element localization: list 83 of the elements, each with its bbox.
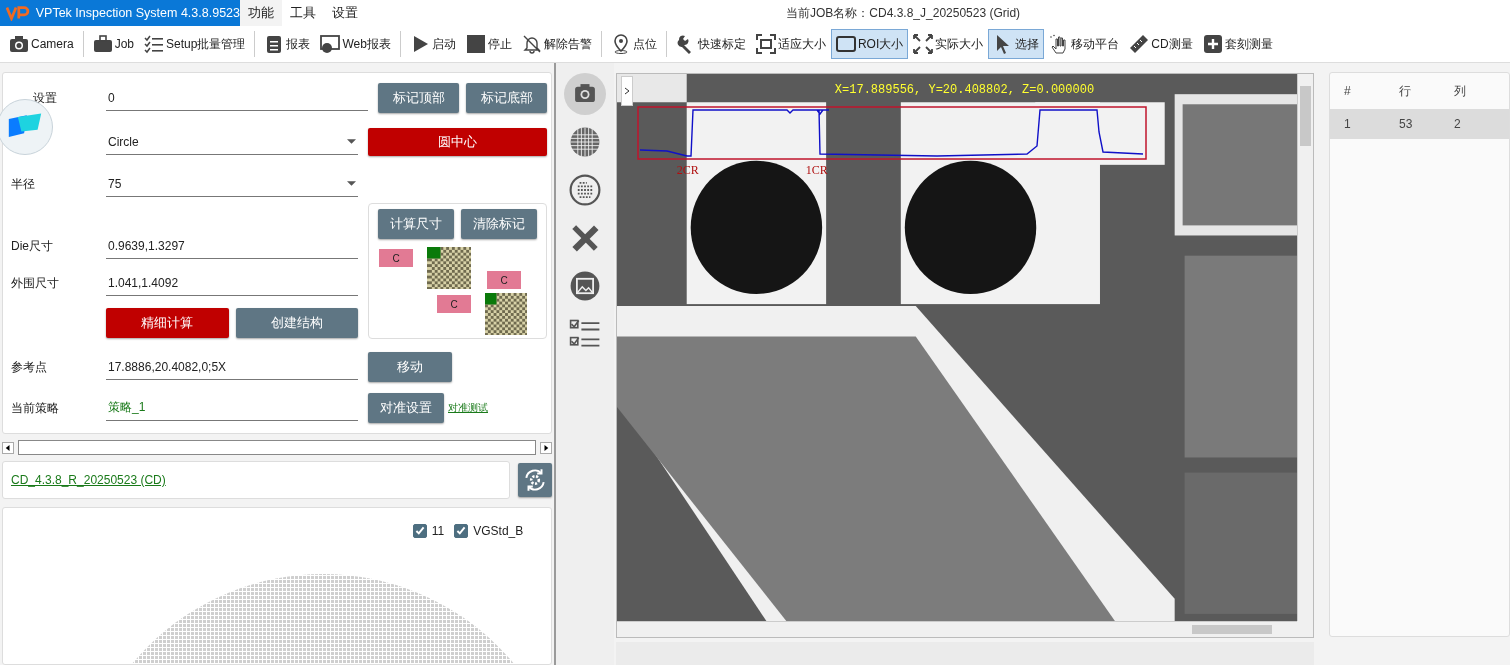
toolbar-button[interactable]: 套刻测量 bbox=[1197, 29, 1278, 59]
toolbar-button[interactable]: 适应大小 bbox=[750, 29, 831, 59]
move-button[interactable]: 移动 bbox=[368, 352, 452, 382]
circle-center-button[interactable]: 圆中心 bbox=[368, 128, 548, 156]
toolbar-button[interactable]: 报表 bbox=[259, 29, 316, 59]
caret-icon bbox=[347, 139, 356, 144]
text-field[interactable]: 17.8886,20.4082,0;5X bbox=[106, 354, 358, 380]
structure-node: C bbox=[379, 249, 413, 267]
menu-tab[interactable]: 功能 bbox=[240, 0, 282, 26]
stop-icon bbox=[465, 34, 486, 54]
bell-off-icon bbox=[521, 34, 542, 54]
text-field[interactable]: 0 bbox=[106, 85, 368, 111]
align-settings-button[interactable]: 对准设置 bbox=[368, 393, 444, 423]
text-field[interactable]: 1.041,1.4092 bbox=[106, 270, 358, 296]
create-structure-button[interactable]: 创建结构 bbox=[235, 308, 358, 338]
checkered-die-icon bbox=[429, 247, 471, 289]
table-cell-text: 53 bbox=[1399, 117, 1414, 131]
app-title: VPTek Inspection System 4.3.8.9523 bbox=[35, 6, 240, 20]
toolbar-button[interactable]: 停止 bbox=[460, 29, 517, 59]
menu-tab[interactable]: 工具 bbox=[282, 0, 324, 26]
structure-node: C bbox=[487, 271, 521, 289]
fit-screen-icon bbox=[755, 34, 776, 54]
toolbar-button[interactable]: 点位 bbox=[605, 29, 662, 59]
mark-top-button[interactable]: 标记顶部 bbox=[378, 83, 460, 113]
table-row[interactable]: 1 53 2 bbox=[1330, 109, 1509, 139]
horizontal-scrollbar[interactable] bbox=[616, 621, 1297, 637]
stage-coordinates: X=17.889556, Y=20.408802, Z=0.000000 bbox=[834, 83, 1095, 97]
toolbar-button[interactable]: 移动平台 bbox=[1044, 29, 1125, 59]
toolbar-button[interactable]: 快速标定 bbox=[670, 29, 751, 59]
dropdown[interactable]: 75 bbox=[106, 171, 358, 197]
text-field[interactable]: 0.9639,1.3297 bbox=[106, 233, 358, 259]
calculate-size-button[interactable]: 计算尺寸 bbox=[378, 209, 455, 239]
clear-marks-button[interactable]: 清除标记 bbox=[461, 209, 538, 239]
toolbar-button[interactable]: Web报表 bbox=[315, 29, 396, 59]
table-cell-text: 1 bbox=[1344, 117, 1352, 131]
field-label: 当前策略 bbox=[11, 399, 60, 417]
toolbar-button[interactable]: Setup批量管理 bbox=[139, 29, 251, 59]
fine-calculate-button[interactable]: 精细计算 bbox=[106, 308, 229, 338]
menu-tab[interactable]: 设置 bbox=[324, 0, 366, 26]
text-field[interactable]: 策略_1 bbox=[106, 395, 358, 421]
briefcase-icon bbox=[92, 34, 113, 54]
monitor-icon bbox=[320, 34, 341, 54]
field-label: 设置 bbox=[32, 89, 58, 107]
toolbar-button[interactable]: CD测量 bbox=[1124, 29, 1198, 59]
toolbar-button[interactable]: ROI大小 bbox=[830, 29, 909, 59]
toolbar-button[interactable]: 解除告警 bbox=[516, 29, 597, 59]
vertical-scrollbar[interactable] bbox=[1297, 74, 1313, 621]
toolbar-button[interactable]: 选择 bbox=[988, 29, 1045, 59]
column-header: 行 bbox=[1399, 82, 1412, 100]
align-test-link[interactable]: 对准测试 bbox=[448, 401, 488, 415]
side-tool-button[interactable] bbox=[564, 73, 607, 115]
expand-arrows-icon bbox=[913, 34, 934, 54]
rectangle-icon bbox=[835, 34, 856, 54]
structure-node: C bbox=[437, 295, 471, 313]
refresh-settings-button[interactable] bbox=[518, 463, 553, 497]
checkered-die-icon bbox=[485, 293, 527, 335]
job-title: 当前JOB名称：CD4.3.8_J_20250523 (Grid) bbox=[786, 5, 1021, 22]
vp-logo-icon bbox=[6, 5, 30, 21]
column-header: # bbox=[1344, 84, 1352, 98]
caret-icon bbox=[347, 181, 356, 186]
field-label: 参考点 bbox=[11, 358, 48, 376]
table-cell-text: 2 bbox=[1454, 117, 1462, 131]
field-label: 半径 bbox=[11, 175, 36, 193]
checkbox[interactable] bbox=[454, 524, 469, 538]
field-label: Die尺寸 bbox=[11, 237, 54, 255]
chevron-right-icon bbox=[623, 87, 630, 95]
toolbar-button[interactable]: 启动 bbox=[404, 29, 461, 59]
checkbox-label: 11 bbox=[431, 524, 445, 538]
dropdown[interactable]: Circle bbox=[106, 129, 358, 155]
horizontal-scrollbar[interactable] bbox=[2, 440, 553, 455]
camera-icon bbox=[9, 34, 29, 54]
column-header: 列 bbox=[1454, 82, 1467, 100]
field-label: 外围尺寸 bbox=[11, 274, 60, 292]
ruler-icon bbox=[1129, 34, 1150, 54]
checkbox[interactable] bbox=[412, 524, 427, 538]
toolbar-button[interactable]: Camera bbox=[4, 29, 79, 59]
plus-icon bbox=[1202, 34, 1223, 54]
job-link[interactable]: CD_4.3.8_R_20250523 (CD) bbox=[11, 473, 166, 487]
toolbar-button[interactable]: Job bbox=[87, 29, 140, 59]
mark-bottom-button[interactable]: 标记底部 bbox=[466, 83, 548, 113]
checkbox-label: VGStd_B bbox=[473, 524, 524, 538]
checklist-icon bbox=[144, 34, 165, 54]
toolbar-button[interactable]: 实际大小 bbox=[908, 29, 989, 59]
